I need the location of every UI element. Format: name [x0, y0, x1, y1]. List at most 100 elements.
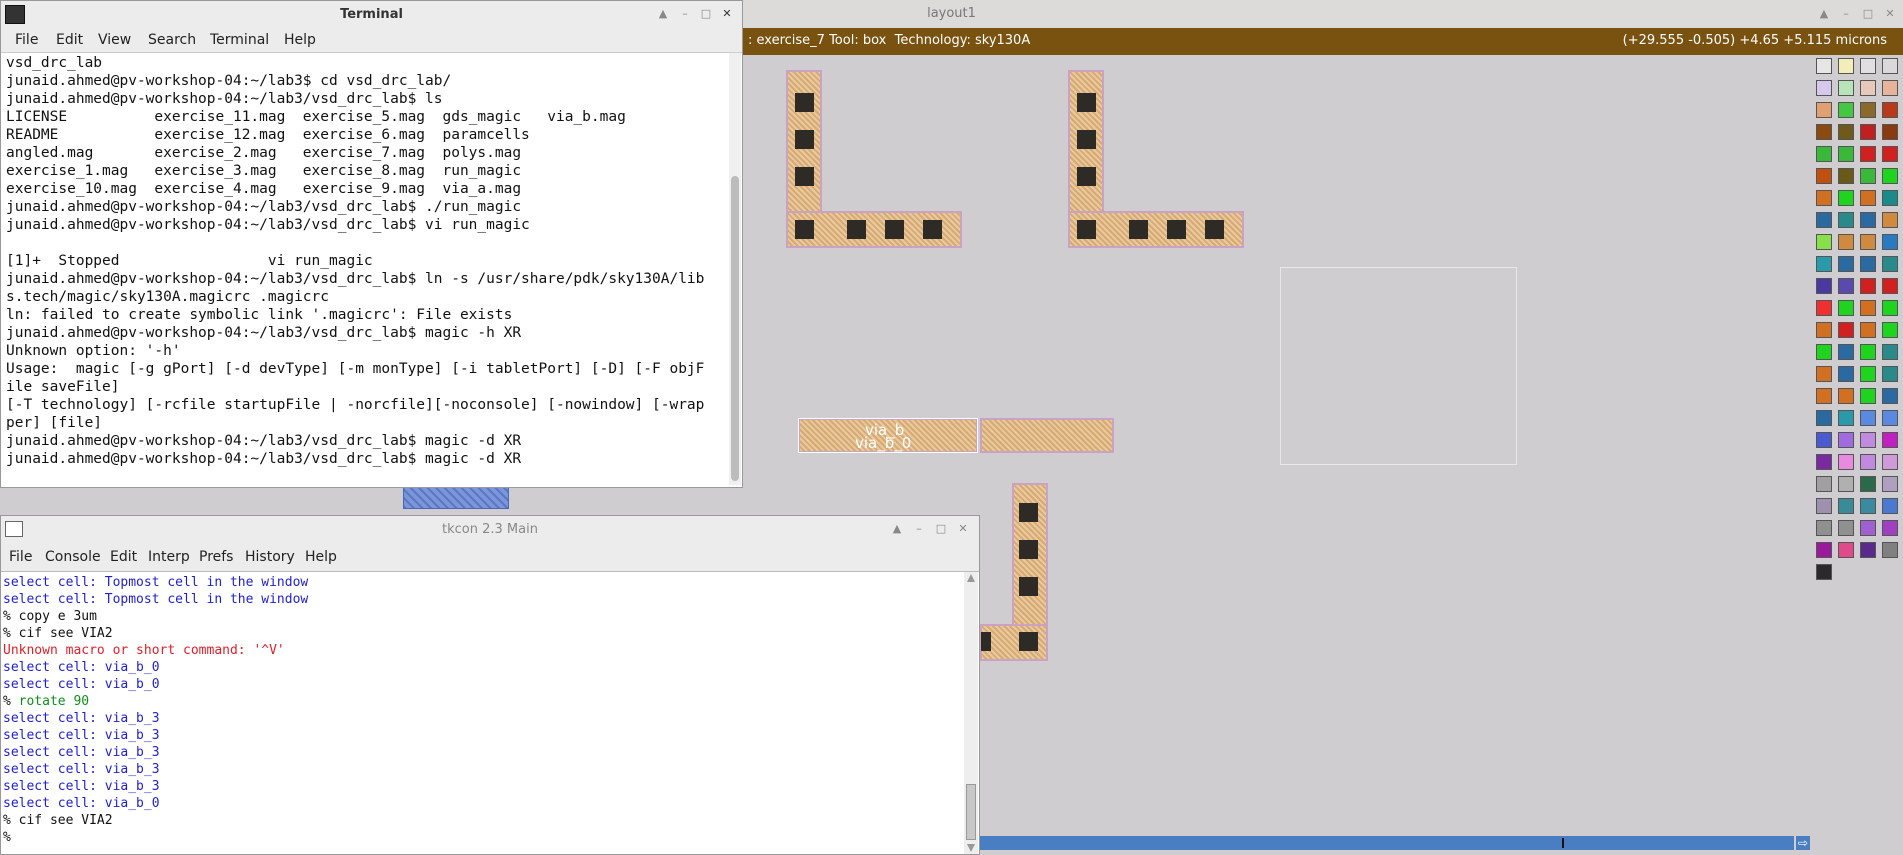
- window-up-icon[interactable]: ▲: [889, 521, 905, 537]
- layer-swatch[interactable]: [1860, 432, 1876, 448]
- layer-swatch[interactable]: [1860, 124, 1876, 140]
- layer-swatch[interactable]: [1860, 388, 1876, 404]
- layer-swatch[interactable]: [1816, 80, 1832, 96]
- box-outline[interactable]: [1280, 267, 1517, 465]
- layer-swatch[interactable]: [1816, 520, 1832, 536]
- menu-console[interactable]: Console: [45, 549, 101, 565]
- layer-swatch[interactable]: [1816, 102, 1832, 118]
- menu-search[interactable]: Search: [148, 32, 196, 48]
- layer-swatch[interactable]: [1882, 80, 1898, 96]
- layer-swatch[interactable]: [1838, 300, 1854, 316]
- layer-swatch[interactable]: [1860, 58, 1876, 74]
- layer-swatch[interactable]: [1860, 498, 1876, 514]
- menu-file[interactable]: File: [15, 32, 38, 48]
- layer-swatch[interactable]: [1882, 388, 1898, 404]
- layer-swatch[interactable]: [1838, 256, 1854, 272]
- layer-swatch[interactable]: [1838, 322, 1854, 338]
- tkcon-scroll-thumb[interactable]: [966, 784, 976, 840]
- layer-swatch[interactable]: [1838, 388, 1854, 404]
- layer-swatch[interactable]: [1860, 322, 1876, 338]
- layer-swatch[interactable]: [1882, 432, 1898, 448]
- minimize-icon[interactable]: –: [677, 6, 693, 22]
- layer-swatch[interactable]: [1860, 102, 1876, 118]
- hatched-layer-shape[interactable]: [403, 486, 509, 509]
- layer-swatch[interactable]: [1860, 146, 1876, 162]
- layer-swatch[interactable]: [1816, 542, 1832, 558]
- horizontal-scrollbar[interactable]: [980, 836, 1794, 850]
- layer-swatch[interactable]: [1816, 388, 1832, 404]
- layer-swatch[interactable]: [1860, 256, 1876, 272]
- layer-swatch[interactable]: [1882, 366, 1898, 382]
- layer-swatch[interactable]: [1816, 124, 1832, 140]
- menu-view[interactable]: View: [98, 32, 131, 48]
- layer-swatch[interactable]: [1816, 212, 1832, 228]
- layer-swatch[interactable]: [1816, 278, 1832, 294]
- menu-edit[interactable]: Edit: [110, 549, 137, 565]
- layer-swatch[interactable]: [1882, 410, 1898, 426]
- layer-swatch[interactable]: [1838, 410, 1854, 426]
- close-icon[interactable]: ✕: [719, 6, 735, 22]
- layer-swatch[interactable]: [1882, 256, 1898, 272]
- layer-swatch[interactable]: [1882, 542, 1898, 558]
- layer-swatch[interactable]: [1882, 168, 1898, 184]
- layer-swatch[interactable]: [1816, 366, 1832, 382]
- layer-swatch[interactable]: [1882, 454, 1898, 470]
- layer-swatch[interactable]: [1838, 234, 1854, 250]
- layer-swatch[interactable]: [1816, 322, 1832, 338]
- maximize-icon[interactable]: □: [1860, 6, 1876, 22]
- scroll-down-arrow-icon[interactable]: [967, 844, 975, 852]
- layer-swatch[interactable]: [1860, 234, 1876, 250]
- menu-edit[interactable]: Edit: [56, 32, 83, 48]
- layer-swatch[interactable]: [1860, 366, 1876, 382]
- terminal-output[interactable]: vsd_drc_lab junaid.ahmed@pv-workshop-04:~…: [6, 54, 726, 484]
- layer-swatch[interactable]: [1882, 498, 1898, 514]
- tkcon-console-output[interactable]: select cell: Topmost cell in the window s…: [3, 574, 963, 854]
- layer-swatch[interactable]: [1882, 476, 1898, 492]
- menu-history[interactable]: History: [245, 549, 295, 565]
- layer-swatch[interactable]: [1816, 564, 1832, 580]
- layer-swatch[interactable]: [1882, 234, 1898, 250]
- minimize-icon[interactable]: –: [1838, 6, 1854, 22]
- layer-swatch[interactable]: [1816, 410, 1832, 426]
- layer-swatch[interactable]: [1816, 256, 1832, 272]
- layer-swatch[interactable]: [1816, 476, 1832, 492]
- layer-swatch[interactable]: [1816, 454, 1832, 470]
- layer-swatch[interactable]: [1882, 102, 1898, 118]
- menu-file[interactable]: File: [9, 549, 32, 565]
- layer-swatch[interactable]: [1860, 520, 1876, 536]
- layer-swatch[interactable]: [1838, 58, 1854, 74]
- layer-swatch[interactable]: [1816, 344, 1832, 360]
- layer-swatch[interactable]: [1882, 344, 1898, 360]
- layer-swatch[interactable]: [1838, 278, 1854, 294]
- layer-swatch[interactable]: [1860, 542, 1876, 558]
- layer-swatch[interactable]: [1816, 146, 1832, 162]
- layer-swatch[interactable]: [1860, 410, 1876, 426]
- layer-swatch[interactable]: [1838, 454, 1854, 470]
- layer-swatch[interactable]: [1882, 212, 1898, 228]
- layer-swatch[interactable]: [1860, 344, 1876, 360]
- layer-swatch[interactable]: [1838, 190, 1854, 206]
- layer-swatch[interactable]: [1838, 168, 1854, 184]
- close-icon[interactable]: ✕: [955, 521, 971, 537]
- scroll-right-arrow-icon[interactable]: ⇨: [1796, 836, 1810, 850]
- layer-swatch[interactable]: [1838, 146, 1854, 162]
- layer-swatch[interactable]: [1860, 168, 1876, 184]
- layer-swatch[interactable]: [1816, 498, 1832, 514]
- layer-swatch[interactable]: [1882, 322, 1898, 338]
- layer-swatch[interactable]: [1860, 476, 1876, 492]
- layer-swatch[interactable]: [1816, 58, 1832, 74]
- layer-swatch[interactable]: [1838, 344, 1854, 360]
- menu-prefs[interactable]: Prefs: [199, 549, 233, 565]
- layer-swatch[interactable]: [1838, 212, 1854, 228]
- minimize-icon[interactable]: –: [911, 521, 927, 537]
- window-up-icon[interactable]: ▲: [655, 6, 671, 22]
- layer-swatch[interactable]: [1816, 234, 1832, 250]
- layer-swatch[interactable]: [1838, 476, 1854, 492]
- layer-swatch[interactable]: [1838, 80, 1854, 96]
- layer-swatch[interactable]: [1882, 124, 1898, 140]
- menu-help[interactable]: Help: [284, 32, 316, 48]
- layer-swatch[interactable]: [1882, 190, 1898, 206]
- tkcon-scrollbar[interactable]: [964, 572, 978, 854]
- layer-swatch[interactable]: [1882, 300, 1898, 316]
- scroll-up-arrow-icon[interactable]: [967, 574, 975, 582]
